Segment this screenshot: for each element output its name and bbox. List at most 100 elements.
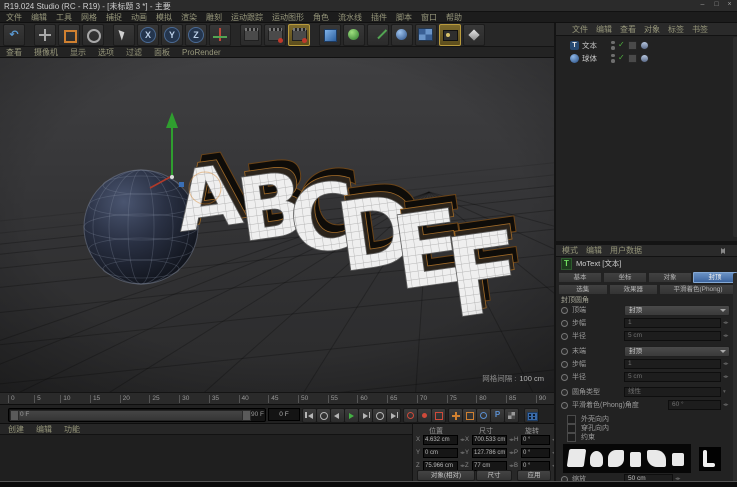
render-preview-thumbnails[interactable] [562, 443, 692, 474]
close-button[interactable]: × [723, 0, 736, 10]
attribute-menu-item[interactable]: 模式 [562, 245, 578, 256]
viewport-menu-item[interactable]: 过滤 [126, 47, 142, 58]
attribute-menu-item[interactable]: 用户数据 [610, 245, 642, 256]
menu-item[interactable]: 插件 [371, 12, 387, 23]
tab-selections[interactable]: 选集 [558, 284, 608, 295]
primitive-cube-icon[interactable] [319, 24, 341, 46]
current-frame-field[interactable]: 0 F [268, 408, 300, 421]
menu-item[interactable]: 窗口 [421, 12, 437, 23]
record-rotation-toggle[interactable] [476, 408, 491, 423]
menu-item[interactable]: 角色 [313, 12, 329, 23]
light-icon[interactable] [463, 24, 485, 46]
anim-dot[interactable] [561, 402, 568, 409]
tab-effectors[interactable]: 效果器 [609, 284, 659, 295]
timeline-ruler[interactable]: 051015202530354045505560657075808590 [0, 392, 554, 404]
anim-dot[interactable] [561, 333, 568, 340]
playback-settings-icon[interactable] [524, 408, 539, 423]
object-manager-menu-item[interactable]: 对象 [644, 24, 660, 35]
autokey-button[interactable] [417, 408, 432, 423]
axis-y-lock-button[interactable]: Y [161, 24, 183, 46]
visibility-dots[interactable] [611, 54, 615, 63]
record-pla-toggle[interactable] [504, 408, 519, 423]
menu-item[interactable]: 渲染 [181, 12, 197, 23]
attribute-manager-scrollbar[interactable] [733, 273, 737, 487]
coord-size-dropdown[interactable]: 尺寸 [476, 470, 512, 481]
range-start-handle[interactable] [10, 410, 19, 421]
goto-start-button[interactable] [302, 408, 317, 423]
record-keyframe-button[interactable] [403, 408, 418, 423]
object-manager-menu-item[interactable]: 书签 [692, 24, 708, 35]
anim-dot[interactable] [561, 307, 568, 314]
enabled-check-icon[interactable]: ✓ [618, 54, 625, 62]
anim-dot[interactable] [561, 389, 568, 396]
size-z-field[interactable]: 77 cm [472, 461, 507, 471]
pos-z-field[interactable]: 75.966 cm [423, 461, 458, 471]
previous-key-button[interactable] [316, 408, 331, 423]
rot-b-field[interactable]: 0 ° [521, 461, 550, 471]
move-tool-icon[interactable] [34, 24, 56, 46]
range-slider-bar[interactable] [17, 410, 243, 421]
menu-item[interactable]: 雕刻 [206, 12, 222, 23]
keyframe-selection-button[interactable] [431, 408, 446, 423]
material-menu-item[interactable]: 功能 [64, 424, 80, 435]
material-menu-item[interactable]: 创建 [8, 424, 24, 435]
range-end-handle[interactable] [242, 410, 251, 421]
coord-mode-dropdown[interactable]: 对象(相对) [417, 470, 475, 481]
timeline-range-slider[interactable]: 0 F 90 F [8, 408, 266, 422]
tab-coordinates[interactable]: 坐标 [603, 272, 647, 283]
phong-angle-field[interactable]: 60 ° [668, 400, 721, 410]
history-forward-icon[interactable] [721, 248, 725, 254]
record-position-toggle[interactable] [448, 408, 463, 423]
loop-playback-button[interactable] [372, 408, 387, 423]
render-view-icon[interactable] [240, 24, 262, 46]
spline-pen-icon[interactable] [367, 24, 389, 46]
object-manager-scrollbar[interactable] [733, 37, 737, 237]
menu-item[interactable]: 动画 [131, 12, 147, 23]
menu-item[interactable]: 流水线 [338, 12, 362, 23]
record-parameter-toggle[interactable]: P [490, 408, 505, 423]
material-manager[interactable]: 创建 编辑 功能 [0, 423, 412, 482]
goto-end-button[interactable] [386, 408, 401, 423]
object-name[interactable]: 文本 [582, 40, 608, 51]
constrain-checkbox[interactable] [567, 433, 576, 442]
end-cap-dropdown[interactable]: 封顶 [624, 346, 730, 357]
play-button[interactable] [344, 408, 359, 423]
end-steps-field[interactable]: 1 [624, 359, 721, 369]
menu-item[interactable]: 编辑 [31, 12, 47, 23]
viewport-3d[interactable]: A A A B B B C C C D D D [0, 58, 554, 393]
material-menu-item[interactable]: 编辑 [36, 424, 52, 435]
attribute-history-arrows[interactable] [721, 248, 725, 254]
selection-tool-icon[interactable] [113, 24, 135, 46]
viewport-menu-item[interactable]: 摄像机 [34, 47, 58, 58]
phong-tag-icon[interactable] [640, 41, 649, 50]
camera-icon[interactable] [439, 24, 461, 46]
previous-frame-button[interactable] [330, 408, 345, 423]
axis-x-lock-button[interactable]: X [137, 24, 159, 46]
enabled-check-icon[interactable]: ✓ [618, 41, 625, 49]
visibility-dots[interactable] [611, 41, 615, 50]
object-manager-menu-item[interactable]: 查看 [620, 24, 636, 35]
render-preview-thumbnail-small[interactable] [698, 446, 722, 472]
object-row-text[interactable]: T 文本 ✓ [556, 39, 737, 51]
viewport-menu-item[interactable]: 查看 [6, 47, 22, 58]
minimize-button[interactable]: – [696, 0, 709, 10]
z-axis-handle[interactable] [179, 182, 184, 187]
object-name[interactable]: 球体 [582, 53, 608, 64]
mograph-array-icon[interactable] [415, 24, 437, 46]
menu-item[interactable]: 模拟 [156, 12, 172, 23]
scale-tool-icon[interactable] [58, 24, 80, 46]
anim-dot[interactable] [561, 348, 568, 355]
menu-item[interactable]: 脚本 [396, 12, 412, 23]
tab-basic[interactable]: 基本 [558, 272, 602, 283]
menu-item[interactable]: 帮助 [446, 12, 462, 23]
fillet-type-dropdown[interactable]: 线性 [624, 387, 721, 397]
size-x-field[interactable]: 700.533 cm [472, 435, 507, 445]
pos-x-field[interactable]: 4.632 cm [423, 435, 458, 445]
viewport-menu-item[interactable]: 显示 [70, 47, 86, 58]
menu-item[interactable]: 捕捉 [106, 12, 122, 23]
rotate-tool-icon[interactable] [82, 24, 104, 46]
viewport-menu-item[interactable]: 选项 [98, 47, 114, 58]
render-picture-viewer-icon[interactable] [264, 24, 286, 46]
menu-item[interactable]: 网格 [81, 12, 97, 23]
render-settings-icon[interactable] [288, 24, 310, 46]
